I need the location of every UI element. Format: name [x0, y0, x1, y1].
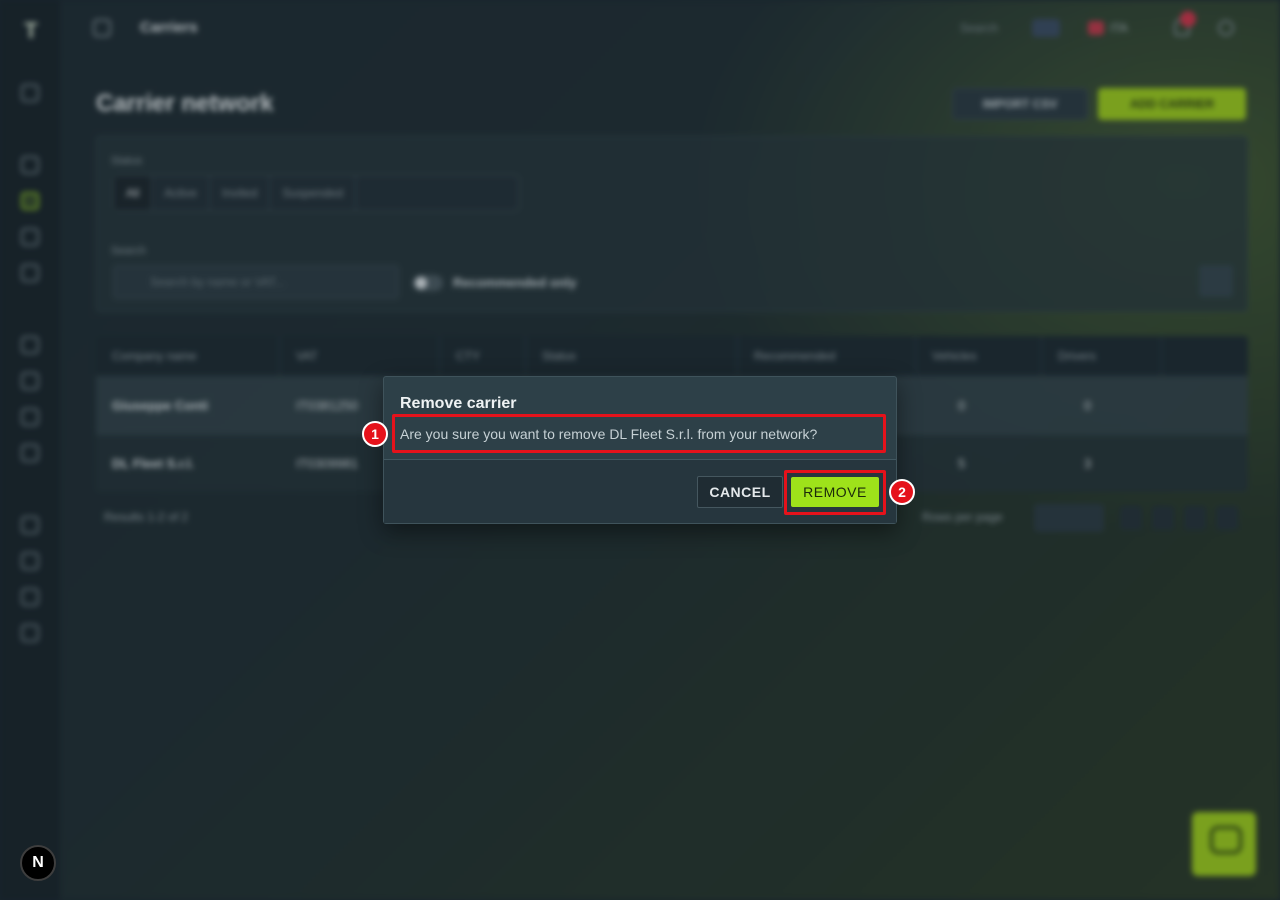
- dialog-divider: [384, 459, 896, 460]
- annotation-marker-2: 2: [889, 479, 915, 505]
- highlight-box-remove: [784, 470, 886, 515]
- cancel-button[interactable]: CANCEL: [697, 476, 783, 508]
- annotation-marker-1: 1: [362, 421, 388, 447]
- nextjs-dev-badge[interactable]: N: [20, 845, 56, 881]
- highlight-box-message: [392, 414, 886, 453]
- dialog-title: Remove carrier: [400, 395, 517, 412]
